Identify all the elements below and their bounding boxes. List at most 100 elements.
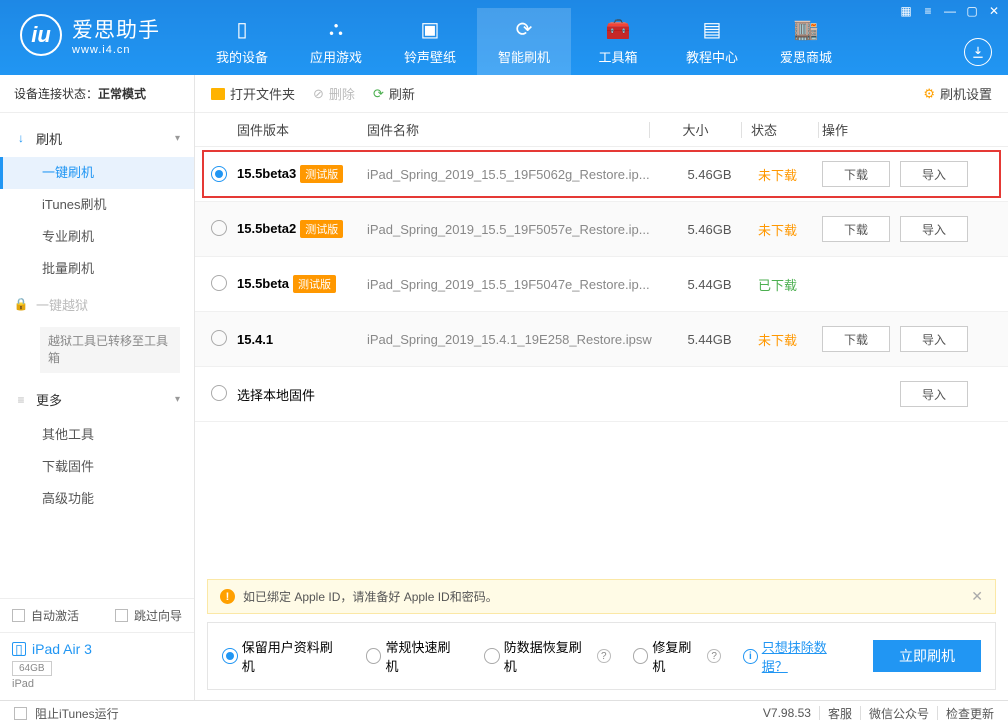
- sidebar-item-oneclick-flash[interactable]: 一键刷机: [0, 157, 194, 189]
- sidebar-item-download-fw[interactable]: 下载固件: [0, 451, 194, 483]
- radio-icon: [222, 648, 238, 664]
- refresh-button[interactable]: ⟳刷新: [373, 84, 415, 103]
- import-button[interactable]: 导入: [900, 161, 968, 187]
- radio-icon[interactable]: [211, 275, 227, 291]
- nav-my-device[interactable]: ▯我的设备: [195, 8, 289, 75]
- device-type: iPad: [12, 678, 182, 690]
- open-folder-button[interactable]: 打开文件夹: [211, 84, 295, 103]
- grid-icon[interactable]: ▦: [898, 3, 914, 19]
- minimize-icon[interactable]: —: [942, 3, 958, 19]
- fw-name: iPad_Spring_2019_15.5_19F5062g_Restore.i…: [367, 167, 667, 182]
- gear-icon: ⚙: [923, 86, 935, 102]
- content: 打开文件夹 ⊘删除 ⟳刷新 ⚙刷机设置 固件版本 固件名称 大小 状态 操作 1…: [195, 75, 1008, 700]
- list-icon[interactable]: ≡: [920, 3, 936, 19]
- toolbar: 打开文件夹 ⊘删除 ⟳刷新 ⚙刷机设置: [195, 75, 1008, 113]
- firmware-row[interactable]: 15.5beta测试版 iPad_Spring_2019_15.5_19F504…: [195, 257, 1008, 312]
- group-flash[interactable]: ↓ 刷机 ▾: [0, 119, 194, 157]
- maximize-icon[interactable]: ▢: [964, 3, 980, 19]
- firmware-row[interactable]: 15.4.1 iPad_Spring_2019_15.4.1_19E258_Re…: [195, 312, 1008, 367]
- fw-name: iPad_Spring_2019_15.5_19F5057e_Restore.i…: [367, 222, 667, 237]
- fw-name: iPad_Spring_2019_15.5_19F5047e_Restore.i…: [367, 277, 667, 292]
- fw-version: 15.5beta测试版: [237, 275, 367, 293]
- nav-flash[interactable]: ⟳智能刷机: [477, 8, 571, 75]
- local-fw-label: 选择本地固件: [237, 385, 667, 404]
- version-label: V7.98.53: [763, 706, 811, 720]
- group-label: 更多: [36, 390, 62, 409]
- import-button[interactable]: 导入: [900, 216, 968, 242]
- alert-bar: ! 如已绑定 Apple ID，请准备好 Apple ID和密码。 ✕: [207, 579, 996, 614]
- check-update-link[interactable]: 检查更新: [946, 705, 994, 722]
- radio-icon[interactable]: [211, 220, 227, 236]
- firmware-row[interactable]: 15.5beta3测试版 iPad_Spring_2019_15.5_19F50…: [195, 147, 1008, 202]
- block-itunes-checkbox[interactable]: [14, 707, 27, 720]
- fw-actions: 下载导入: [822, 326, 992, 352]
- skip-guide-checkbox[interactable]: [115, 609, 128, 622]
- folder-icon: [211, 88, 225, 100]
- opt-normal[interactable]: 常规快速刷机: [366, 637, 462, 675]
- window-controls: ▦ ≡ — ▢ ✕: [898, 3, 1002, 19]
- group-jailbreak[interactable]: 🔒 一键越狱: [0, 285, 194, 323]
- help-icon[interactable]: ?: [707, 649, 721, 663]
- flash-group-icon: ↓: [14, 131, 28, 145]
- radio-icon[interactable]: [211, 385, 227, 401]
- wallpaper-icon: ▣: [418, 17, 442, 41]
- auto-activate-row: 自动激活 跳过向导: [0, 598, 194, 632]
- group-more[interactable]: ≡ 更多 ▾: [0, 381, 194, 419]
- brand-site: www.i4.cn: [72, 44, 160, 56]
- header-status: 状态: [745, 120, 815, 139]
- close-icon[interactable]: ✕: [986, 3, 1002, 19]
- group-label: 一键越狱: [36, 295, 88, 314]
- sidebar-item-pro-flash[interactable]: 专业刷机: [0, 221, 194, 253]
- titlebar: ▦ ≡ — ▢ ✕ iu 爱思助手 www.i4.cn ▯我的设备 ⛬应用游戏 …: [0, 0, 1008, 75]
- nav-label: 应用游戏: [310, 47, 362, 66]
- nav-label: 铃声壁纸: [404, 47, 456, 66]
- alert-close-icon[interactable]: ✕: [971, 588, 983, 605]
- download-indicator[interactable]: [964, 38, 992, 66]
- wechat-link[interactable]: 微信公众号: [869, 705, 929, 722]
- erase-link[interactable]: 只想抹除数据？: [762, 637, 851, 675]
- flash-panel: 保留用户资料刷机 常规快速刷机 防数据恢复刷机? 修复刷机? i只想抹除数据？ …: [207, 622, 996, 690]
- nav-tutorials[interactable]: ▤教程中心: [665, 8, 759, 75]
- nav-apps[interactable]: ⛬ 应用游戏: [289, 8, 383, 75]
- auto-activate-checkbox[interactable]: [12, 609, 25, 622]
- download-button[interactable]: 下载: [822, 216, 890, 242]
- fw-version: 15.5beta2测试版: [237, 220, 367, 238]
- logo: iu 爱思助手 www.i4.cn: [20, 14, 160, 56]
- nav-toolbox[interactable]: 🧰工具箱: [571, 8, 665, 75]
- sidebar-item-batch-flash[interactable]: 批量刷机: [0, 253, 194, 285]
- phone-icon: ▯: [230, 17, 254, 41]
- side-menu: ↓ 刷机 ▾ 一键刷机 iTunes刷机 专业刷机 批量刷机 🔒 一键越狱 越狱…: [0, 113, 194, 598]
- beta-badge: 测试版: [293, 275, 336, 293]
- flash-button[interactable]: 立即刷机: [873, 640, 981, 672]
- firmware-row[interactable]: 15.5beta2测试版 iPad_Spring_2019_15.5_19F50…: [195, 202, 1008, 257]
- header-size: 大小: [653, 120, 738, 139]
- import-button[interactable]: 导入: [900, 326, 968, 352]
- import-button[interactable]: 导入: [900, 381, 968, 407]
- sidebar-item-other-tools[interactable]: 其他工具: [0, 419, 194, 451]
- support-link[interactable]: 客服: [828, 705, 852, 722]
- delete-button[interactable]: ⊘删除: [313, 84, 355, 103]
- help-icon[interactable]: ?: [597, 649, 611, 663]
- opt-repair[interactable]: 修复刷机?: [633, 637, 721, 675]
- logo-icon: iu: [20, 14, 62, 56]
- fw-actions: 下载导入: [822, 161, 992, 187]
- nav-store[interactable]: 🏬爱思商城: [759, 8, 853, 75]
- download-button[interactable]: 下载: [822, 326, 890, 352]
- fw-name: iPad_Spring_2019_15.4.1_19E258_Restore.i…: [367, 332, 667, 347]
- chevron-down-icon: ▾: [175, 133, 180, 144]
- nav-ringtones[interactable]: ▣ 铃声壁纸: [383, 8, 477, 75]
- chevron-down-icon: ▾: [175, 394, 180, 405]
- radio-icon[interactable]: [211, 330, 227, 346]
- download-button[interactable]: 下载: [822, 161, 890, 187]
- fw-status: 已下载: [752, 275, 822, 294]
- auto-activate-label: 自动激活: [31, 607, 79, 624]
- radio-icon[interactable]: [211, 166, 227, 182]
- sidebar-item-itunes-flash[interactable]: iTunes刷机: [0, 189, 194, 221]
- opt-recovery[interactable]: 防数据恢复刷机?: [484, 637, 611, 675]
- local-firmware-row[interactable]: 选择本地固件 导入: [195, 367, 1008, 422]
- appstore-icon: ⛬: [324, 17, 348, 41]
- more-icon: ≡: [14, 393, 28, 407]
- sidebar-item-advanced[interactable]: 高级功能: [0, 483, 194, 515]
- opt-keep-data[interactable]: 保留用户资料刷机: [222, 637, 344, 675]
- flash-settings-button[interactable]: ⚙刷机设置: [923, 84, 992, 103]
